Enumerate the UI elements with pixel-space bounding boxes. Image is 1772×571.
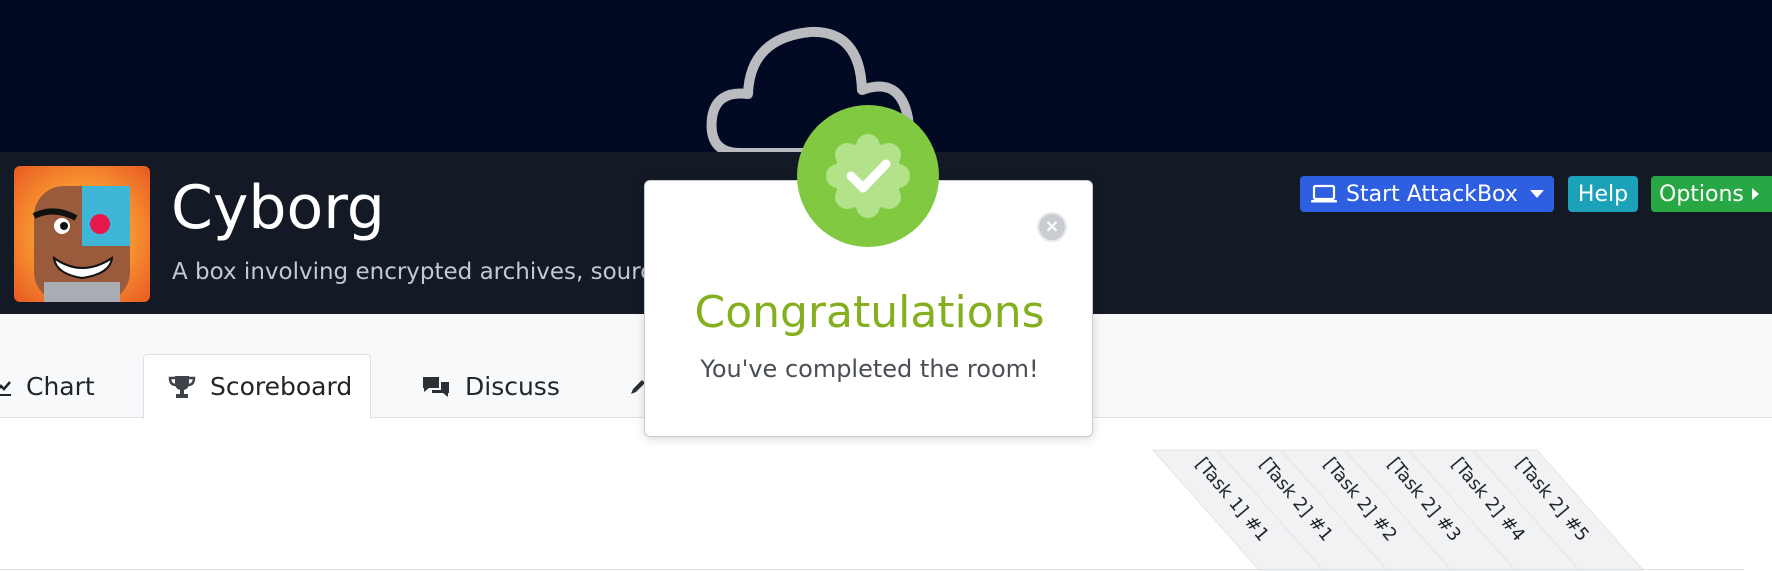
chevron-right-icon — [1751, 188, 1759, 200]
modal-subtitle: You've completed the room! — [700, 355, 1039, 383]
help-label: Help — [1577, 181, 1629, 207]
help-button[interactable]: Help — [1568, 176, 1638, 212]
scoreboard-panel: [Task 1] #1 [Task 2] #1 [Task 2] #2 [Tas… — [0, 419, 1772, 571]
start-attackbox-button[interactable]: Start AttackBox — [1300, 176, 1554, 212]
chart-icon — [0, 378, 12, 396]
room-title: Cyborg — [171, 173, 385, 243]
tab-discuss-label: Discuss — [465, 372, 560, 401]
tab-scoreboard[interactable]: Scoreboard — [143, 354, 371, 419]
start-attackbox-label: Start AttackBox — [1346, 181, 1518, 207]
close-button[interactable]: × — [1037, 212, 1067, 242]
divider — [0, 569, 1745, 570]
room-avatar — [14, 166, 150, 302]
modal-title: Congratulations — [694, 287, 1045, 338]
trophy-icon — [168, 374, 196, 400]
page: Cyborg A box involving encrypted archive… — [0, 0, 1772, 571]
task-header: [Task 2] #5 — [1471, 449, 1645, 571]
task-header: [Task 2] #2 — [1279, 449, 1453, 571]
task-header: [Task 2] #1 — [1215, 449, 1389, 571]
comments-icon — [421, 375, 451, 399]
options-button[interactable]: Options — [1651, 176, 1772, 212]
success-badge — [797, 105, 939, 247]
tab-scoreboard-label: Scoreboard — [210, 372, 353, 401]
tab-chart[interactable]: Chart — [0, 354, 95, 419]
options-label: Options — [1659, 181, 1744, 207]
close-icon: × — [1044, 216, 1060, 237]
laptop-icon — [1310, 184, 1338, 204]
tab-chart-label: Chart — [26, 372, 95, 401]
chevron-down-icon[interactable] — [1530, 190, 1544, 198]
tab-discuss[interactable]: Discuss — [421, 354, 560, 419]
task-header: [Task 2] #4 — [1407, 449, 1581, 571]
task-header: [Task 2] #3 — [1343, 449, 1517, 571]
task-header: [Task 1] #1 — [1151, 449, 1325, 571]
check-badge-icon — [826, 134, 910, 218]
room-description: A box involving encrypted archives, sour… — [172, 259, 653, 285]
